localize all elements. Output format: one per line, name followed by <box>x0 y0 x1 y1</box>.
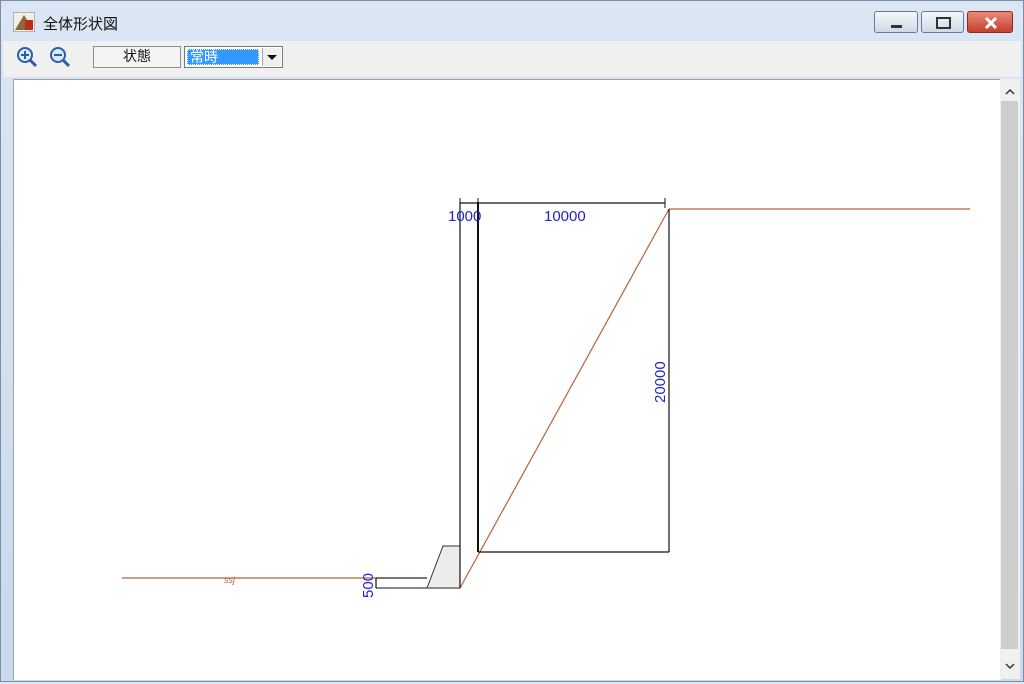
app-icon <box>13 12 35 32</box>
minimize-button[interactable] <box>874 11 918 33</box>
slope-line <box>459 208 670 589</box>
zoom-out-icon[interactable] <box>48 45 72 69</box>
scroll-up-icon[interactable] <box>1000 83 1020 101</box>
close-icon <box>984 16 998 30</box>
shape-drawing: ssj 1000 10000 20000 500 <box>122 198 970 598</box>
toolbar: 状態 常時 <box>3 41 1021 77</box>
dim-label-left: 1000 <box>448 208 481 225</box>
state-label: 状態 <box>93 46 181 68</box>
state-select[interactable]: 常時 <box>184 46 283 68</box>
state-select-value: 常時 <box>187 49 259 66</box>
scrollbar-thumb[interactable] <box>1001 101 1018 649</box>
vertical-scrollbar[interactable] <box>1000 79 1020 679</box>
window-title: 全体形状図 <box>43 15 119 33</box>
footing <box>426 545 461 589</box>
app-window: 全体形状図 状態 常時 ssj 1000 10000 20000 500 <box>0 0 1024 682</box>
zoom-in-icon[interactable] <box>15 45 39 69</box>
title-bar[interactable]: 全体形状図 <box>1 1 1023 41</box>
scroll-down-icon[interactable] <box>1000 657 1020 675</box>
minimize-icon <box>891 25 902 28</box>
dim-label-height: 20000 <box>652 361 669 403</box>
dropdown-button[interactable] <box>262 48 281 66</box>
maximize-button[interactable] <box>921 11 964 33</box>
close-button[interactable] <box>967 11 1013 33</box>
dim-label-top: 10000 <box>544 208 586 225</box>
ground-mark: ssj <box>224 575 236 585</box>
dim-label-bottom: 500 <box>360 573 377 598</box>
chevron-down-icon <box>267 55 277 60</box>
restore-icon <box>936 17 951 29</box>
drawing-canvas[interactable]: ssj 1000 10000 20000 500 <box>13 79 1001 680</box>
